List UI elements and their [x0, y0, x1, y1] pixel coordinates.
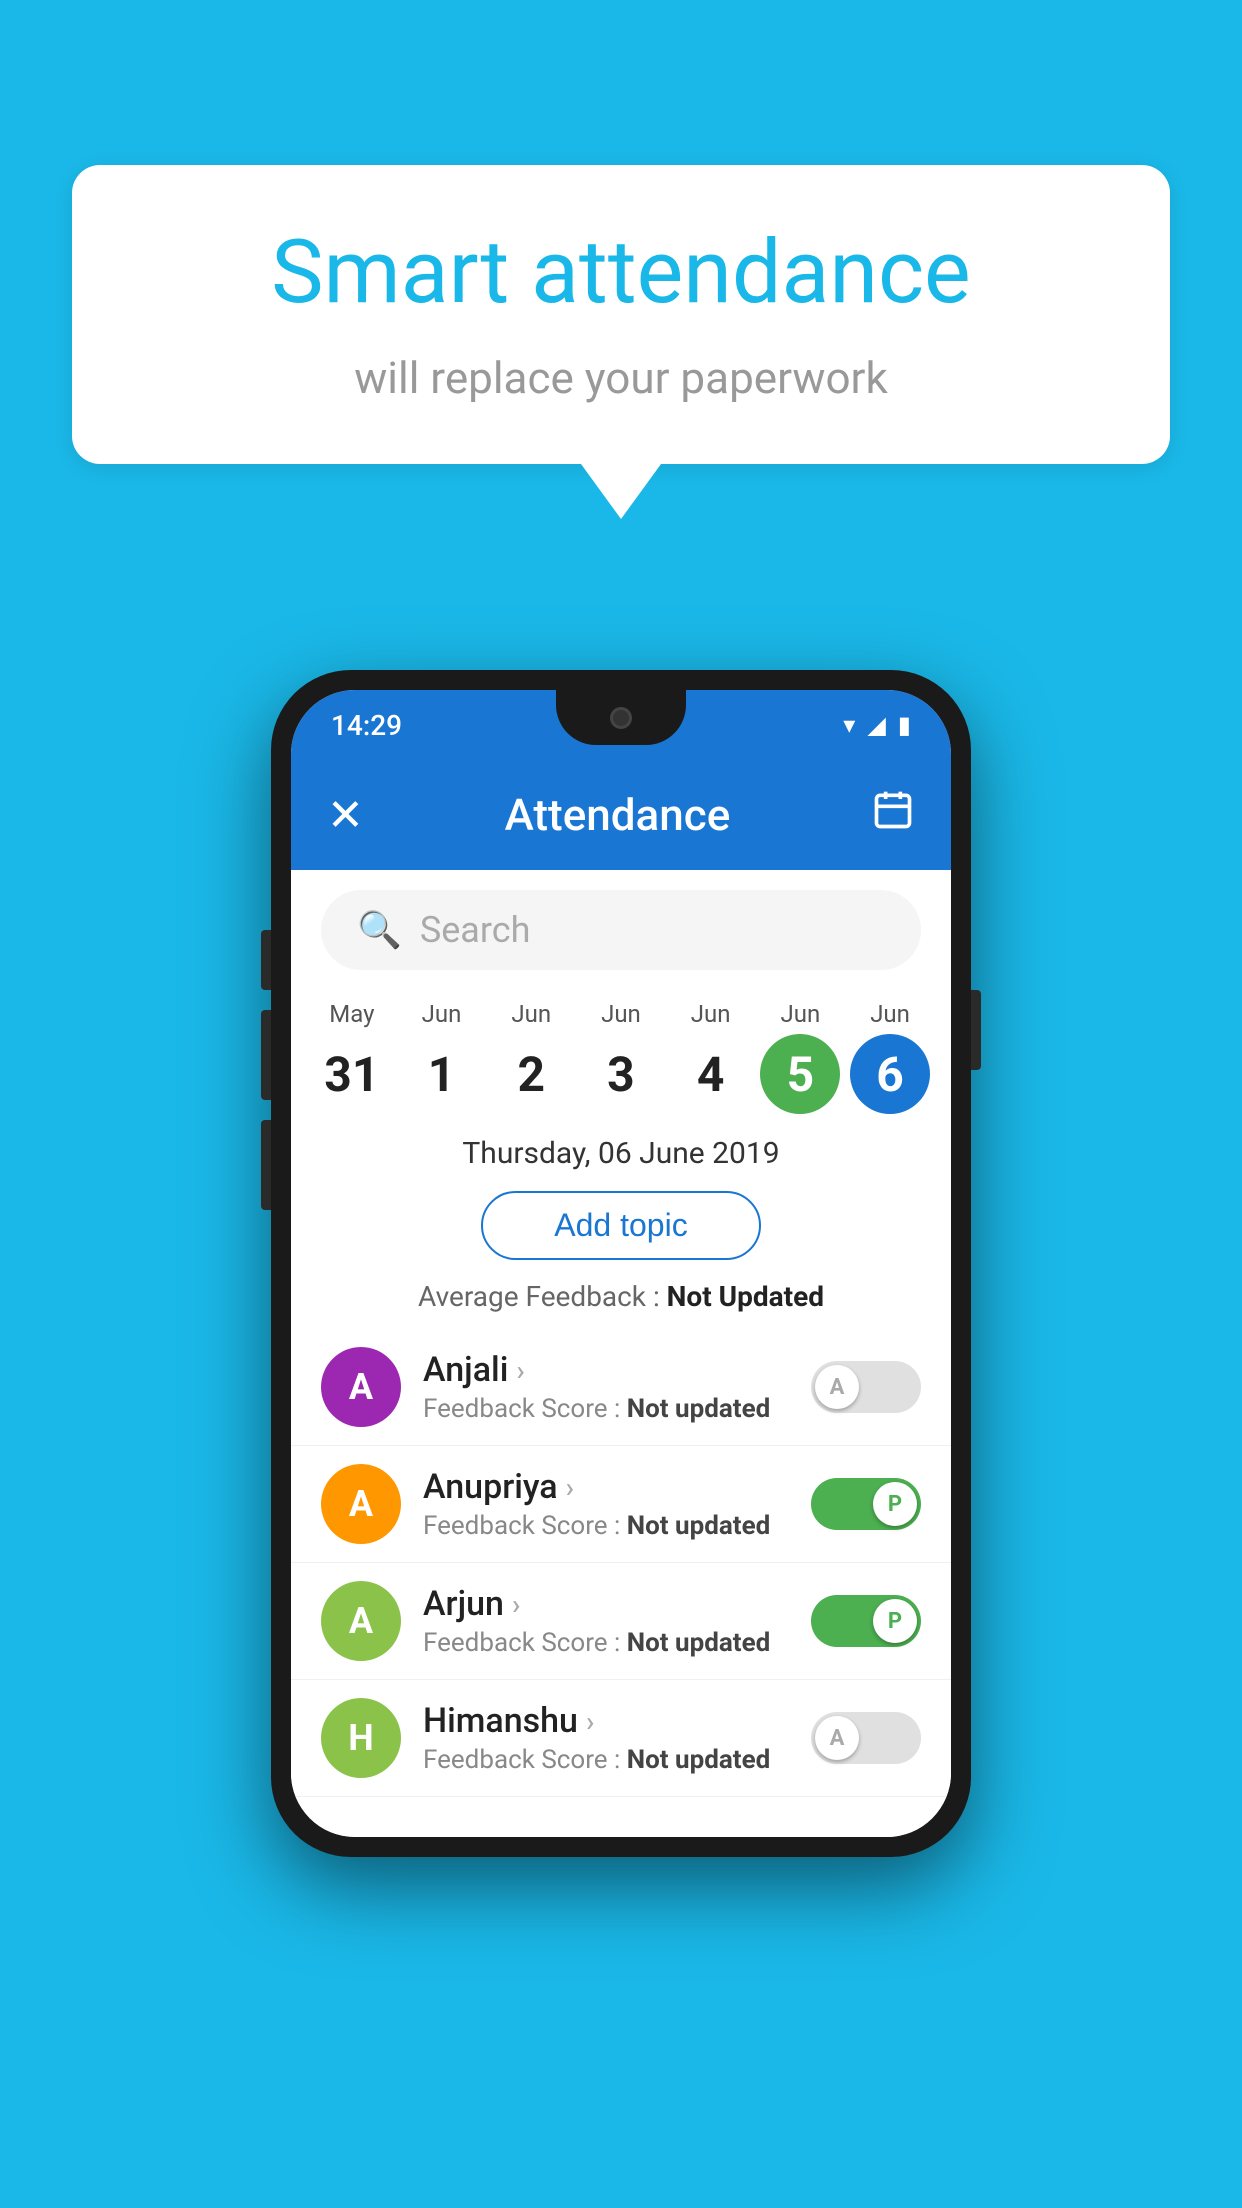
volume-up-button: [261, 1010, 271, 1100]
avg-feedback: Average Feedback : Not Updated: [291, 1280, 951, 1313]
speech-bubble: Smart attendance will replace your paper…: [72, 165, 1170, 464]
list-item[interactable]: H Himanshu › Feedback Score : Not updated A: [291, 1680, 951, 1797]
cal-date-number: 3: [581, 1034, 661, 1114]
speech-bubble-container: Smart attendance will replace your paper…: [72, 165, 1170, 519]
wifi-icon: ▾: [843, 711, 855, 739]
avatar: A: [321, 1347, 401, 1427]
chevron-icon: ›: [516, 1354, 524, 1387]
calendar-day[interactable]: Jun 5: [756, 1000, 844, 1114]
cal-date-number: 1: [402, 1034, 482, 1114]
feedback-score: Feedback Score : Not updated: [423, 1394, 789, 1424]
avg-feedback-value: Not Updated: [667, 1280, 824, 1313]
bubble-title: Smart attendance: [152, 225, 1090, 322]
list-item[interactable]: A Anupriya › Feedback Score : Not updated P: [291, 1446, 951, 1563]
attendance-toggle[interactable]: A: [811, 1712, 921, 1764]
status-time: 14:29: [331, 709, 402, 742]
front-camera: [610, 707, 632, 729]
chevron-icon: ›: [566, 1471, 574, 1504]
student-name: Arjun ›: [423, 1584, 789, 1624]
signal-icon: ◢: [867, 711, 885, 739]
calendar-day[interactable]: Jun 6: [846, 1000, 934, 1114]
bubble-subtitle: will replace your paperwork: [152, 352, 1090, 404]
calendar-day[interactable]: Jun 2: [487, 1000, 575, 1114]
phone-screen: 14:29 ▾ ◢ ▮ ✕ Attendance: [291, 690, 951, 1837]
notch: [556, 690, 686, 745]
calendar-icon[interactable]: [871, 788, 915, 842]
student-info: Anupriya › Feedback Score : Not updated: [423, 1467, 789, 1541]
student-info: Anjali › Feedback Score : Not updated: [423, 1350, 789, 1424]
attendance-toggle[interactable]: P: [811, 1595, 921, 1647]
power-button: [971, 990, 981, 1070]
phone-frame: 14:29 ▾ ◢ ▮ ✕ Attendance: [271, 670, 971, 1857]
status-icons: ▾ ◢ ▮: [843, 711, 911, 739]
calendar-row: May 31 Jun 1 Jun 2 Jun 3 Jun 4 Jun 5 Jun 6: [291, 990, 951, 1120]
attendance-toggle[interactable]: P: [811, 1478, 921, 1530]
student-name: Himanshu ›: [423, 1701, 789, 1741]
volume-silent-button: [261, 930, 271, 990]
selected-date-label: Thursday, 06 June 2019: [291, 1120, 951, 1181]
chevron-icon: ›: [512, 1588, 520, 1621]
volume-down-button: [261, 1120, 271, 1210]
toggle-switch[interactable]: P: [811, 1478, 921, 1530]
cal-month-label: Jun: [780, 1000, 820, 1028]
phone-wrapper: 14:29 ▾ ◢ ▮ ✕ Attendance: [271, 670, 971, 1857]
avatar: A: [321, 1581, 401, 1661]
add-topic-button[interactable]: Add topic: [481, 1191, 761, 1260]
cal-date-number: 4: [671, 1034, 751, 1114]
feedback-score: Feedback Score : Not updated: [423, 1511, 789, 1541]
list-item[interactable]: A Arjun › Feedback Score : Not updated P: [291, 1563, 951, 1680]
toggle-switch[interactable]: A: [811, 1361, 921, 1413]
cal-date-number: 6: [850, 1034, 930, 1114]
toggle-switch[interactable]: A: [811, 1712, 921, 1764]
avatar: H: [321, 1698, 401, 1778]
cal-date-number: 2: [491, 1034, 571, 1114]
cal-month-label: Jun: [601, 1000, 641, 1028]
search-icon: 🔍: [357, 909, 402, 951]
toggle-knob: P: [873, 1482, 917, 1526]
toggle-switch[interactable]: P: [811, 1595, 921, 1647]
student-list: AAnjali ›Feedback Score : Not updatedAAA…: [291, 1329, 951, 1797]
cal-date-number: 31: [312, 1034, 392, 1114]
toggle-knob: A: [815, 1365, 859, 1409]
student-info: Arjun › Feedback Score : Not updated: [423, 1584, 789, 1658]
student-name: Anjali ›: [423, 1350, 789, 1390]
list-item[interactable]: A Anjali › Feedback Score : Not updated A: [291, 1329, 951, 1446]
toolbar-title: Attendance: [505, 789, 731, 841]
calendar-day[interactable]: May 31: [308, 1000, 396, 1114]
toggle-knob: A: [815, 1716, 859, 1760]
cal-month-label: Jun: [511, 1000, 551, 1028]
attendance-toggle[interactable]: A: [811, 1361, 921, 1413]
status-bar: 14:29 ▾ ◢ ▮: [291, 690, 951, 760]
feedback-score: Feedback Score : Not updated: [423, 1628, 789, 1658]
student-info: Himanshu › Feedback Score : Not updated: [423, 1701, 789, 1775]
cal-month-label: Jun: [422, 1000, 462, 1028]
calendar-day[interactable]: Jun 1: [398, 1000, 486, 1114]
app-toolbar: ✕ Attendance: [291, 760, 951, 870]
close-button[interactable]: ✕: [327, 789, 364, 841]
cal-month-label: Jun: [870, 1000, 910, 1028]
cal-month-label: May: [329, 1000, 374, 1028]
feedback-score: Feedback Score : Not updated: [423, 1745, 789, 1775]
toggle-knob: P: [873, 1599, 917, 1643]
bubble-arrow: [581, 464, 661, 519]
search-bar[interactable]: 🔍 Search: [321, 890, 921, 970]
phone-bottom-bar: [291, 1797, 951, 1837]
calendar-day[interactable]: Jun 3: [577, 1000, 665, 1114]
student-name: Anupriya ›: [423, 1467, 789, 1507]
avatar: A: [321, 1464, 401, 1544]
search-placeholder: Search: [420, 909, 531, 951]
cal-month-label: Jun: [691, 1000, 731, 1028]
chevron-icon: ›: [586, 1705, 594, 1738]
calendar-day[interactable]: Jun 4: [667, 1000, 755, 1114]
avg-feedback-prefix: Average Feedback :: [418, 1280, 667, 1313]
battery-icon: ▮: [898, 711, 911, 739]
cal-date-number: 5: [760, 1034, 840, 1114]
